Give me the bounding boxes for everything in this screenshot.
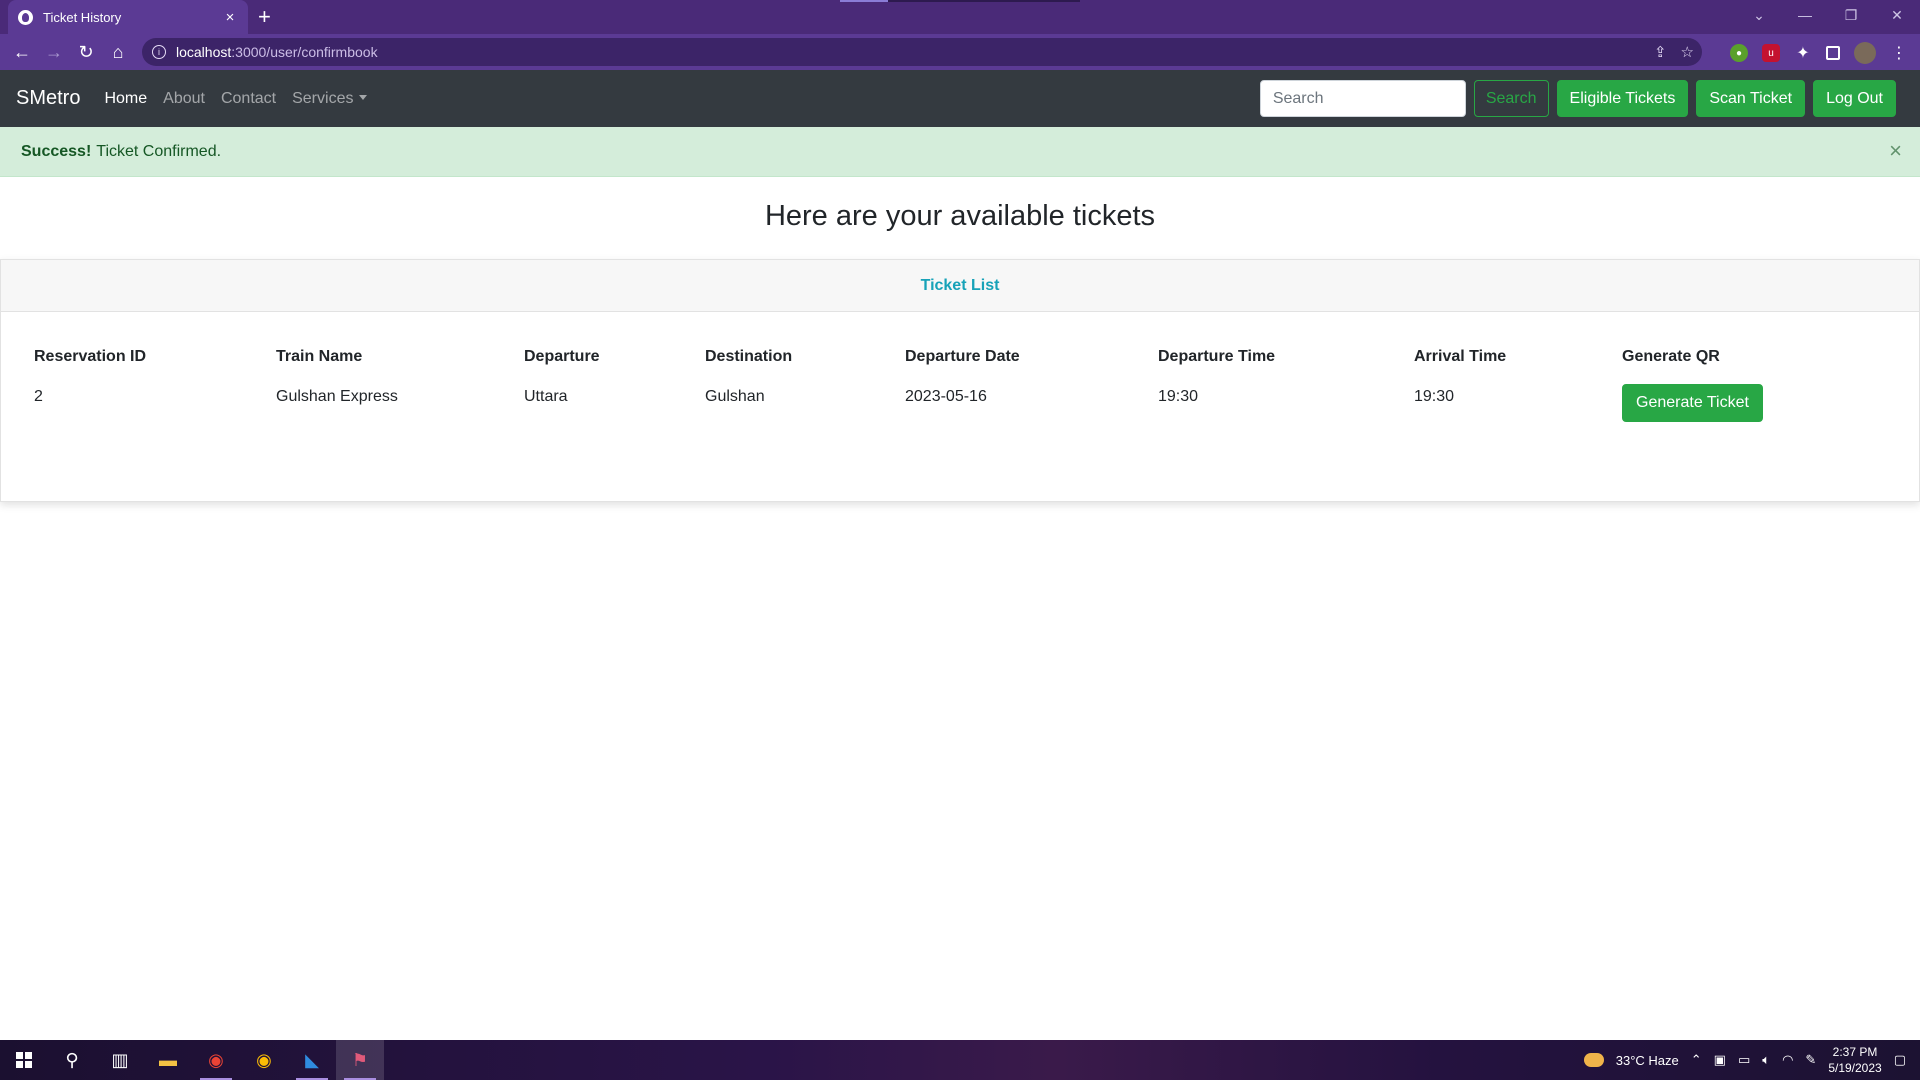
cell-departure-time: 19:30 (1158, 388, 1199, 405)
minimize-icon[interactable]: — (1782, 7, 1828, 23)
generate-ticket-button[interactable]: Generate Ticket (1622, 384, 1763, 422)
header-reservation-id: Reservation ID (34, 348, 147, 365)
weather-icon (1583, 1053, 1604, 1067)
extension-green-icon[interactable]: ● (1730, 44, 1748, 62)
profile-avatar[interactable] (1854, 42, 1876, 64)
clock-date: 5/19/2023 (1828, 1061, 1882, 1075)
brand-logo[interactable]: SMetro (16, 87, 80, 110)
restore-icon[interactable]: ❐ (1828, 7, 1874, 24)
bookmark-star-icon[interactable]: ☆ (1681, 43, 1694, 61)
reload-icon[interactable]: ↻ (70, 36, 102, 68)
chevron-up-icon[interactable]: ⌃ (1691, 1052, 1702, 1068)
chrome-alt-icon[interactable]: ◉ (240, 1040, 288, 1080)
ticket-list-card: Ticket List Reservation ID Train Name De… (0, 259, 1920, 502)
app-icon[interactable]: ⚑ (336, 1040, 384, 1080)
tab-close-icon[interactable]: × (222, 9, 238, 26)
ublock-icon[interactable]: u (1762, 44, 1780, 62)
header-departure-time: Departure Time (1158, 348, 1276, 365)
address-bar[interactable]: i localhost:3000/user/confirmbook ⇪ ☆ (142, 38, 1702, 66)
tab-title: Ticket History (43, 9, 122, 25)
site-navbar: SMetro Home About Contact Services Searc… (0, 70, 1920, 127)
nav-services-dropdown[interactable]: Services (292, 90, 368, 108)
notification-icon[interactable]: ▢ (1894, 1052, 1906, 1068)
volume-icon[interactable]: 🔈︎ (1762, 1052, 1770, 1068)
battery-icon[interactable]: ▭ (1738, 1052, 1750, 1068)
close-icon[interactable]: × (1889, 140, 1902, 162)
search-input[interactable] (1259, 80, 1466, 117)
header-arrival-time: Arrival Time (1414, 348, 1507, 365)
favicon-icon (18, 9, 33, 25)
alert-strong: Success! (21, 142, 92, 160)
task-view-icon[interactable]: ▥ (96, 1040, 144, 1080)
tab-search-icon[interactable]: ⌄ (1736, 7, 1782, 24)
cell-reservation-id: 2 (34, 388, 43, 405)
nav-home[interactable]: Home (104, 90, 147, 108)
extension-icons: ● u ✦ ⋮ (1730, 42, 1908, 64)
share-icon[interactable]: ⇪ (1654, 43, 1667, 61)
browser-toolbar: ← → ↻ ⌂ i localhost:3000/user/confirmboo… (0, 34, 1920, 70)
caret-down-icon (359, 94, 368, 100)
navbar-actions: Search Eligible Tickets Scan Ticket Log … (1259, 80, 1896, 117)
clock[interactable]: 2:37 PM 5/19/2023 (1828, 1044, 1881, 1076)
forward-icon[interactable]: → (38, 36, 70, 68)
search-button[interactable]: Search (1473, 80, 1549, 117)
new-tab-button[interactable]: + (258, 4, 271, 30)
cell-departure: Uttara (524, 388, 568, 405)
pen-icon[interactable]: ✎ (1805, 1052, 1816, 1068)
browser-tab[interactable]: Ticket History × (8, 0, 248, 34)
windows-start-icon[interactable] (0, 1040, 48, 1080)
menu-kebab-icon[interactable]: ⋮ (1890, 44, 1908, 62)
cell-destination: Gulshan (705, 388, 765, 405)
header-departure: Departure (524, 348, 600, 365)
site-info-icon[interactable]: i (152, 45, 166, 59)
ticket-table: Reservation ID Train Name Departure Dest… (22, 338, 1900, 422)
wifi-icon[interactable]: ◠ (1782, 1052, 1793, 1068)
side-panel-icon[interactable] (1826, 46, 1840, 60)
system-tray: 33°C Haze ⌃ ▣ ▭ 🔈︎ ◠ ✎ 2:37 PM 5/19/2023… (1583, 1040, 1920, 1080)
browser-tabbar: Ticket History × + ⌄ — ❐ ✕ (0, 0, 1920, 34)
cell-train-name: Gulshan Express (276, 388, 398, 405)
window-controls: ⌄ — ❐ ✕ (1736, 0, 1920, 30)
back-icon[interactable]: ← (6, 36, 38, 68)
nav-contact[interactable]: Contact (221, 90, 276, 108)
file-explorer-icon[interactable]: ▬ (144, 1040, 192, 1080)
header-departure-date: Departure Date (905, 348, 1020, 365)
os-taskbar: ⚲ ▥ ▬ ◉ ◉ ◣ ⚑ 33°C Haze ⌃ ▣ ▭ 🔈︎ ◠ ✎ 2:3… (0, 1040, 1920, 1080)
alert-message: Ticket Confirmed. (96, 142, 222, 160)
url-text: localhost:3000/user/confirmbook (176, 44, 378, 60)
nav-about[interactable]: About (163, 90, 205, 108)
header-train-name: Train Name (276, 348, 363, 365)
weather-text[interactable]: 33°C Haze (1616, 1053, 1679, 1068)
home-icon[interactable]: ⌂ (102, 36, 134, 68)
chrome-icon[interactable]: ◉ (192, 1040, 240, 1080)
vscode-icon[interactable]: ◣ (288, 1040, 336, 1080)
scan-ticket-button[interactable]: Scan Ticket (1696, 80, 1806, 117)
close-window-icon[interactable]: ✕ (1874, 7, 1920, 24)
table-row: 2 Gulshan Express Uttara Gulshan 2023-05… (22, 376, 1900, 422)
clock-time: 2:37 PM (1832, 1045, 1878, 1059)
search-icon[interactable]: ⚲ (48, 1040, 96, 1080)
extensions-puzzle-icon[interactable]: ✦ (1794, 44, 1812, 62)
eligible-tickets-button[interactable]: Eligible Tickets (1556, 80, 1689, 117)
tabbar-accent (840, 0, 888, 2)
cell-generate-qr: Generate Ticket (1610, 376, 1900, 422)
page-title: Here are your available tickets (764, 200, 1156, 232)
header-generate-qr: Generate QR (1622, 348, 1720, 365)
table-header-row: Reservation ID Train Name Departure Dest… (22, 338, 1900, 376)
tabbar-accent (888, 0, 1080, 2)
cell-departure-date: 2023-05-16 (905, 388, 987, 405)
header-destination: Destination (705, 348, 793, 365)
monitor-icon[interactable]: ▣ (1714, 1052, 1726, 1068)
card-header: Ticket List (1, 260, 1919, 312)
logout-button[interactable]: Log Out (1813, 80, 1896, 117)
cell-arrival-time: 19:30 (1414, 388, 1455, 405)
success-alert: Success! Ticket Confirmed. × (0, 127, 1920, 177)
